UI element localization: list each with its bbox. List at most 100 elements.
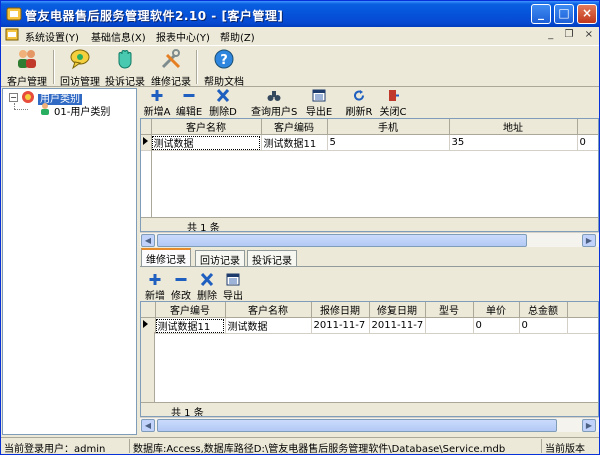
- repair-records-button[interactable]: 维修记录: [149, 48, 193, 88]
- column-header[interactable]: 报修日期: [311, 302, 370, 318]
- table-cell[interactable]: [425, 317, 474, 334]
- menu-system-settings[interactable]: 系统设置(Y): [25, 29, 79, 44]
- export-icon: [226, 273, 240, 286]
- column-header[interactable]: 客户名称: [151, 119, 262, 135]
- refresh-button[interactable]: 刷新R: [345, 89, 373, 118]
- mdi-restore-button[interactable]: ❐: [564, 29, 573, 40]
- help-icon: ?: [214, 49, 234, 69]
- table-row[interactable]: 测试数据 测试数据11 5 35 0: [141, 134, 598, 151]
- delete-icon: [200, 273, 214, 286]
- table-cell[interactable]: 0: [519, 317, 568, 334]
- column-header[interactable]: [577, 119, 598, 135]
- column-header[interactable]: 客户名称: [225, 302, 312, 318]
- plus-icon: [149, 274, 161, 285]
- table-row[interactable]: 测试数据11 测试数据 2011-11-7 2011-11-7 0 0: [141, 317, 598, 334]
- column-header[interactable]: 客户编号: [155, 302, 226, 318]
- menu-bar: 系统设置(Y) 基础信息(X) 报表中心(Y) 帮助(Z) _ ❐ ×: [1, 27, 599, 44]
- column-header[interactable]: 地址: [449, 119, 578, 135]
- svg-text:?: ?: [220, 53, 228, 68]
- column-header[interactable]: 修复日期: [369, 302, 426, 318]
- export-repair-button[interactable]: 导出: [221, 273, 245, 302]
- query-customer-button[interactable]: 查询用户S: [251, 89, 297, 118]
- table-cell[interactable]: 0: [473, 317, 520, 334]
- column-header[interactable]: 单价: [473, 302, 520, 318]
- column-header[interactable]: [567, 302, 598, 318]
- row-header-corner: [141, 119, 152, 135]
- user-icon: [41, 103, 49, 115]
- current-row-arrow-icon: [143, 137, 148, 145]
- scroll-right-button[interactable]: ▶: [582, 419, 596, 432]
- table-cell[interactable]: 测试数据: [151, 134, 262, 151]
- table-cell[interactable]: 35: [449, 134, 578, 151]
- table-cell[interactable]: 2011-11-7: [311, 317, 370, 334]
- column-header[interactable]: 客户编码: [261, 119, 328, 135]
- repair-grid-header: 客户编号 客户名称 报修日期 修复日期 型号 单价 总金额: [141, 302, 598, 318]
- minus-icon: [175, 278, 187, 281]
- table-cell[interactable]: 测试数据11: [155, 317, 226, 334]
- customer-record-count: 共 1 条: [187, 223, 220, 232]
- table-cell[interactable]: 2011-11-7: [369, 317, 426, 334]
- window-title: 管友电器售后服务管理软件2.10 - [客户管理]: [25, 9, 284, 23]
- maximize-button[interactable]: □: [554, 4, 574, 24]
- visit-management-button[interactable]: 回访管理: [58, 48, 102, 88]
- scroll-thumb[interactable]: [157, 419, 557, 432]
- repair-toolbar: 新增 修改 删除 导出: [141, 273, 599, 302]
- status-database-path: 数据库:Access,数据库路径D:\管友电器售后服务管理软件\Database…: [129, 439, 541, 453]
- table-cell[interactable]: 测试数据11: [261, 134, 328, 151]
- table-cell[interactable]: [567, 317, 598, 334]
- column-header[interactable]: 型号: [425, 302, 474, 318]
- help-docs-button[interactable]: ? 帮助文档: [201, 48, 247, 88]
- tab-complaint-records[interactable]: 投诉记录: [247, 250, 297, 267]
- mdi-minimize-button[interactable]: _: [548, 29, 553, 40]
- delete-repair-button[interactable]: 删除: [195, 273, 219, 302]
- column-header[interactable]: 手机: [327, 119, 450, 135]
- export-icon: [312, 89, 326, 102]
- tree-collapse-toggle[interactable]: −: [9, 93, 18, 102]
- scroll-left-button[interactable]: ◀: [141, 234, 155, 247]
- edit-customer-button[interactable]: 编辑E: [175, 89, 203, 118]
- scroll-right-button[interactable]: ▶: [582, 234, 596, 247]
- menu-report-center[interactable]: 报表中心(Y): [156, 29, 210, 44]
- repair-record-count: 共 1 条: [171, 408, 204, 417]
- repair-grid-hscroll[interactable]: ◀ ▶: [140, 417, 599, 432]
- app-logo-icon: [6, 7, 22, 21]
- app-window: 管友电器售后服务管理软件2.10 - [客户管理] _ □ × 系统设置(Y) …: [0, 0, 600, 455]
- menu-help[interactable]: 帮助(Z): [220, 29, 255, 44]
- complaint-records-button[interactable]: 投诉记录: [103, 48, 147, 88]
- customer-grid-hscroll[interactable]: ◀ ▶: [140, 232, 599, 247]
- add-customer-button[interactable]: 新增A: [143, 89, 171, 118]
- export-customer-button[interactable]: 导出E: [305, 89, 333, 118]
- close-module-button[interactable]: 关闭C: [379, 89, 407, 118]
- main-toolbar: 客户管理 回访管理 投诉记录 维修记录 ? 帮助文档: [1, 45, 599, 88]
- delete-customer-button[interactable]: 删除D: [209, 89, 237, 118]
- customer-grid-header: 客户名称 客户编码 手机 地址: [141, 119, 598, 135]
- refresh-icon: [354, 90, 365, 101]
- edit-repair-button[interactable]: 修改: [169, 273, 193, 302]
- tree-node-user-category[interactable]: 01-用户类别: [54, 103, 110, 118]
- table-cell[interactable]: 5: [327, 134, 450, 151]
- category-tree[interactable]: − 用户类别 01-用户类别: [2, 88, 137, 435]
- exit-icon: [389, 90, 399, 101]
- column-header[interactable]: 总金额: [519, 302, 568, 318]
- status-current-user: 当前登录用户：admin: [4, 444, 106, 453]
- table-cell[interactable]: 测试数据: [225, 317, 312, 334]
- menu-basic-info[interactable]: 基础信息(X): [91, 29, 146, 44]
- table-cell[interactable]: 0: [577, 134, 598, 151]
- hand-icon: [118, 50, 132, 69]
- title-bar[interactable]: 管友电器售后服务管理软件2.10 - [客户管理] _ □ ×: [1, 1, 599, 27]
- status-version: 当前版本: [541, 439, 598, 453]
- scroll-left-button[interactable]: ◀: [141, 419, 155, 432]
- customer-grid[interactable]: 客户名称 客户编码 手机 地址 测试数据 测试数据11 5 35 0 共 1 条: [140, 118, 599, 232]
- tab-visit-records[interactable]: 回访记录: [195, 250, 245, 267]
- mdi-child-icon[interactable]: [5, 28, 19, 41]
- repair-grid-footer: 共 1 条: [141, 402, 598, 417]
- close-button[interactable]: ×: [577, 4, 597, 24]
- row-header-corner: [141, 302, 156, 318]
- scroll-thumb[interactable]: [157, 234, 527, 247]
- add-repair-button[interactable]: 新增: [143, 273, 167, 302]
- repair-grid[interactable]: 客户编号 客户名称 报修日期 修复日期 型号 单价 总金额 测试数据11 测试数…: [140, 301, 599, 417]
- minimize-button[interactable]: _: [531, 4, 551, 24]
- mdi-close-button[interactable]: ×: [585, 29, 593, 40]
- tab-repair-records[interactable]: 维修记录: [141, 248, 191, 266]
- customer-management-button[interactable]: 客户管理: [5, 48, 49, 88]
